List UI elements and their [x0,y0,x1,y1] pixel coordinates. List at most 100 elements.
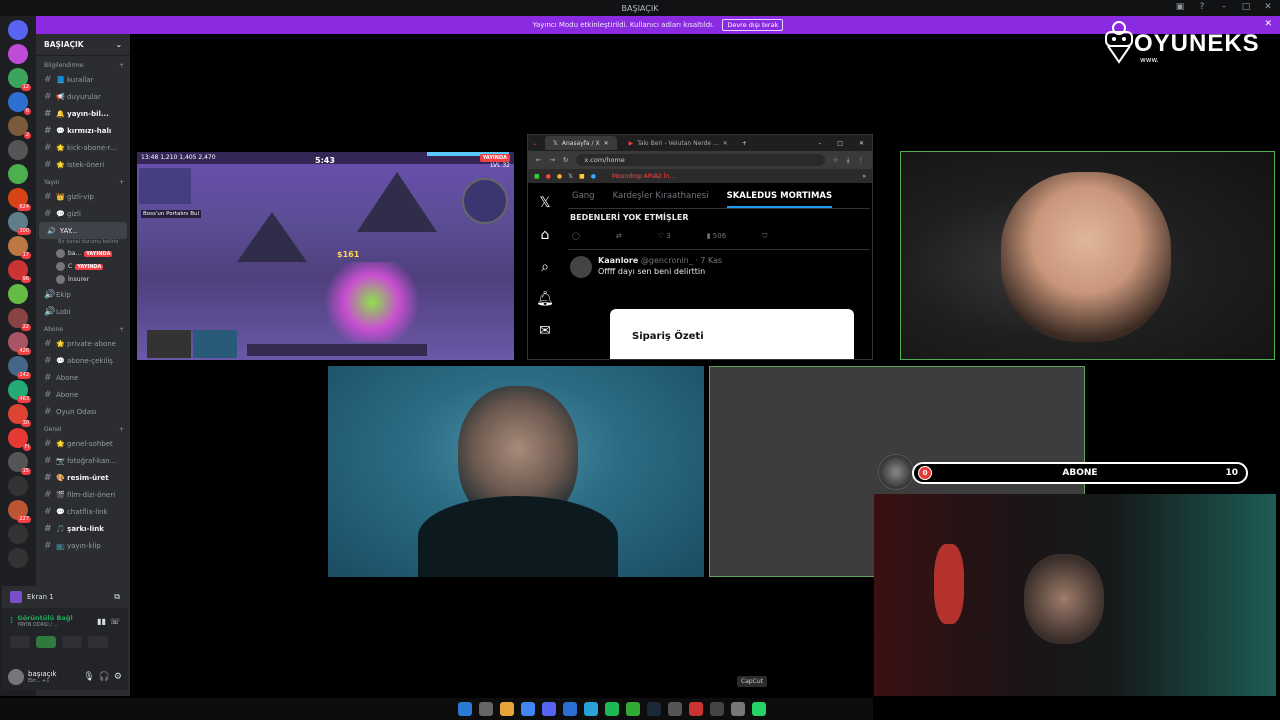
server-icon[interactable]: 96 [8,260,31,283]
voice-member[interactable]: C YAYINDA [36,260,130,273]
sidebar-channel[interactable]: # 📺 yayın-klip [36,537,130,554]
order-summary-card[interactable]: Sipariş Özeti [610,309,854,359]
new-tab-icon[interactable]: + [736,140,753,147]
bookmark-icon[interactable]: ⛉ [762,232,767,241]
bookmark-icon[interactable]: ● [591,173,596,180]
app-icon[interactable] [688,702,703,716]
x-logo-icon[interactable]: 𝕏 [539,195,550,211]
server-icon[interactable]: 22 [8,308,31,331]
sidebar-channel[interactable]: # 🌟 private-abone [36,335,130,352]
repost-icon[interactable]: ⇄ [616,232,622,241]
category-stream[interactable]: Yayın + [36,173,130,188]
sidebar-channel[interactable]: # 💬 chatflix-link [36,503,130,520]
search-icon[interactable] [478,702,493,716]
server-icon[interactable]: 30 [8,404,31,427]
sidebar-channel[interactable]: # 👑 gizli-vip [36,188,130,205]
close-button[interactable]: ✕ [1262,2,1274,12]
close-button[interactable]: ✕ [851,140,872,147]
like-button[interactable]: ♡ 3 [658,232,671,241]
sidebar-channel[interactable]: # 📘 kurallar [36,71,130,88]
vscode-icon[interactable] [562,702,577,716]
server-icon[interactable]: 142 [8,356,31,379]
sidebar-channel[interactable]: # Abone [36,386,130,403]
chevron-right-icon[interactable]: » [862,173,866,180]
sidebar-channel[interactable]: # 🌟 genel-sohbet [36,435,130,452]
category-info[interactable]: Bilgilendirme + [36,56,130,71]
server-icon[interactable]: Fİ [8,428,31,451]
sidebar-channel[interactable]: # 💬 gizli [36,205,130,222]
tab-youtube[interactable]: ▶ Takı Beri - Velutan Nerde ... ✕ [621,136,736,150]
maximize-button[interactable]: □ [1240,2,1252,12]
star-icon[interactable]: ☆ [833,156,839,164]
minimize-button[interactable]: – [810,140,829,147]
sidebar-channel[interactable]: 🔊 Lobi [36,303,130,320]
x-tab[interactable]: Kardeşler Kıraathanesi [613,191,709,201]
x-tab[interactable]: Gang [572,191,595,201]
bookmark-icon[interactable]: ■ [534,173,540,180]
sidebar-channel[interactable]: # 📷 fotoğraf-kan... [36,452,130,469]
voice-channel-active[interactable]: 🔊 YAY... [39,222,127,239]
server-icon[interactable]: 624 [8,188,31,211]
whatsapp-icon[interactable] [751,702,766,716]
server-icon[interactable] [8,548,28,568]
server-icon[interactable]: 15 [8,452,31,475]
x-tab-active[interactable]: SKALEDUS MORTIMAS [726,191,833,208]
server-icon[interactable] [8,44,28,64]
telegram-icon[interactable] [583,702,598,716]
connection-channel[interactable]: YAYIN ODASI / ... [17,622,72,628]
app-icon[interactable] [730,702,745,716]
tab-x-home[interactable]: 𝕏 Anasayfa / X ✕ [545,136,617,150]
voice-member[interactable]: ba... YAYINDA [36,247,130,260]
sidebar-channel[interactable]: # 💬 kırmızı-halı [36,122,130,139]
server-icon[interactable] [8,524,28,544]
server-icon[interactable] [8,164,28,184]
x-logo-icon[interactable]: 𝕏 [568,173,573,180]
sidebar-channel[interactable]: # 🎬 film-dizi-öneri [36,486,130,503]
sidebar-channel[interactable]: # Oyun Odası [36,403,130,420]
minimize-button[interactable]: – [1218,2,1230,12]
app-icon[interactable] [625,702,640,716]
file-explorer-icon[interactable] [499,702,514,716]
avatar[interactable] [570,256,592,278]
server-icon[interactable]: 2 [8,116,31,139]
home-icon[interactable]: ⌂ [541,227,550,243]
start-icon[interactable] [457,702,472,716]
mail-icon[interactable]: ✉ [539,323,551,339]
reload-icon[interactable]: ↻ [563,156,568,164]
download-icon[interactable]: ⤓ [847,156,850,165]
bookmark-icon[interactable]: ● [546,173,551,180]
noise-icon[interactable]: ▮▮ [97,617,106,626]
avatar[interactable] [8,669,24,685]
address-bar[interactable]: x.com/home [576,154,825,166]
discord-icon[interactable] [541,702,556,716]
headphones-icon[interactable]: 🎧 [99,672,110,682]
close-icon[interactable]: ✕ [604,140,609,147]
help-icon[interactable]: ? [1196,2,1208,12]
server-icon[interactable] [8,476,28,496]
reply-icon[interactable]: ◯ [572,232,580,241]
popout-icon[interactable]: ⧉ [114,592,120,602]
voice-member[interactable]: İnsurer [36,273,130,286]
server-icon[interactable]: 426 [8,332,31,355]
server-icon[interactable]: 6 [8,92,31,115]
inbox-icon[interactable]: ▣ [1174,2,1186,12]
back-icon[interactable]: ← [536,156,541,164]
category-sub[interactable]: Abone + [36,320,130,335]
server-icon[interactable]: 300 [8,212,31,235]
views-button[interactable]: ▮ 506 [707,232,726,241]
chrome-icon[interactable] [520,702,535,716]
post-author[interactable]: Kaanlore [598,256,638,265]
post[interactable]: Kaanlore @gencronin_ · 7 Kas Offff dayı … [568,249,870,278]
server-icon[interactable] [8,140,28,160]
bookmark-link[interactable]: Moondrop ARIA2 İn... [612,173,675,180]
server-icon[interactable]: 12 [8,68,31,91]
category-general[interactable]: Genel + [36,420,130,435]
camera-button[interactable] [10,636,30,648]
sidebar-channel[interactable]: # 🌟 istek-öneri [36,156,130,173]
server-icon[interactable]: 463 [8,380,31,403]
sidebar-channel[interactable]: 🔊 Ekip [36,286,130,303]
sidebar-channel[interactable]: # 🔔 yayın-bil... [36,105,130,122]
server-icon[interactable] [8,284,28,304]
add-channel-icon[interactable]: + [119,179,124,186]
add-channel-icon[interactable]: + [119,62,124,69]
